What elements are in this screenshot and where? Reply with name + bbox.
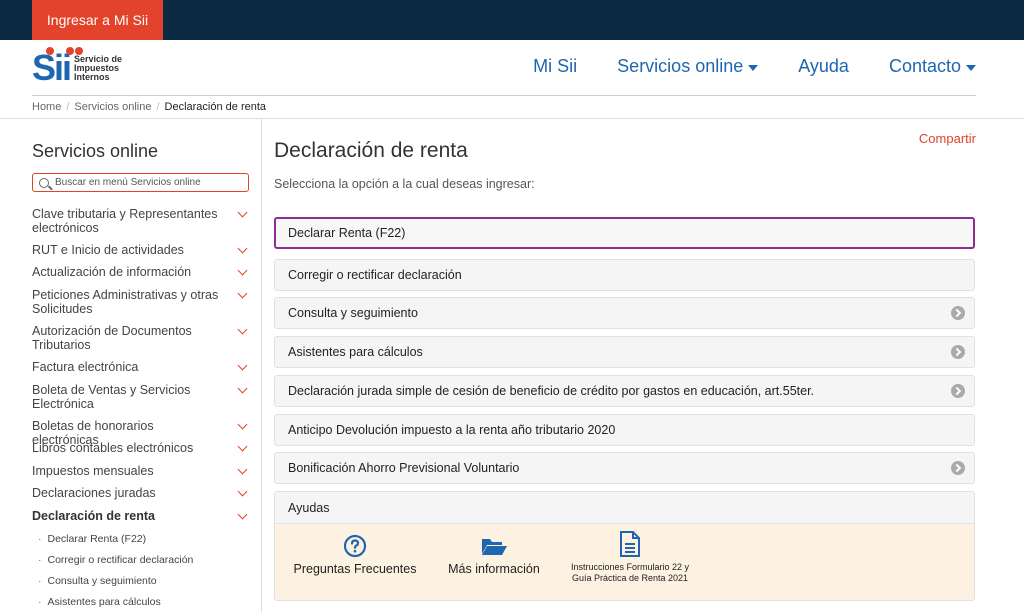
chevron-right-circle-icon [951,461,965,475]
share-link[interactable]: Compartir [919,131,976,146]
sidebar-item-autorizacion[interactable]: Autorización de Documentos Tributarios [32,324,252,352]
chevron-down-icon [237,419,248,430]
option-bonificacion[interactable]: Bonificación Ahorro Previsional Voluntar… [274,452,975,484]
option-asistentes[interactable]: Asistentes para cálculos [274,336,975,368]
instructions-link[interactable]: Instrucciones Formulario 22 y Guía Práct… [560,530,700,584]
nav-servicios-online[interactable]: Servicios online [617,56,759,77]
chevron-down-icon [237,441,248,452]
breadcrumb: Home / Servicios online / Declaración de ren… [32,101,266,113]
sidebar-item-rut[interactable]: RUT e Inicio de actividades [32,243,252,257]
chevron-right-circle-icon [951,306,965,320]
caret-down-icon [748,64,759,71]
option-declaracion-jurada[interactable]: Declaración jurada simple de cesión de b… [274,375,975,407]
logo-text: Servicio de Impuestos Internos [74,53,123,82]
breadcrumb-separator: / [156,101,160,113]
bullet-icon: · [38,554,42,566]
sidebar: Servicios online Buscar en menú Servicio… [32,119,262,612]
nav-mi-sii[interactable]: Mi Sii [533,56,577,77]
chevron-right-circle-icon [951,345,965,359]
sidebar-title: Servicios online [32,141,159,161]
sidebar-subitem-declarar-renta[interactable]: · Declarar Renta (F22) [38,533,146,545]
help-panel: Ayudas Preguntas Frecuentes Más informac… [274,491,975,601]
site-header: Sii Servicio de Impuestos Internos Mi Si… [32,40,976,96]
bullet-icon: · [38,533,42,545]
chevron-down-icon [237,360,248,371]
sidebar-item-libros[interactable]: Libros contables electrónicos [32,441,252,455]
option-anticipo[interactable]: Anticipo Devolución impuesto a la renta … [274,414,975,446]
chevron-down-icon [237,383,248,394]
chevron-down-icon [237,509,248,520]
logo-dot [66,47,74,55]
chevron-right-circle-icon [951,384,965,398]
chevron-down-icon [237,288,248,299]
sidebar-item-actualizacion[interactable]: Actualización de información [32,265,252,279]
sidebar-item-declaracion-renta[interactable]: Declaración de renta [32,509,252,523]
sidebar-item-declaraciones-juradas[interactable]: Declaraciones juradas [32,486,252,500]
chevron-down-icon [237,265,248,276]
sii-logo[interactable]: Sii Servicio de Impuestos Internos [32,47,123,87]
search-placeholder: Buscar en menú Servicios online [55,177,201,188]
search-icon [39,177,49,188]
sidebar-subitem-consulta[interactable]: · Consulta y seguimiento [38,575,157,587]
page-title: Declaración de renta [274,139,468,162]
option-declarar-renta[interactable]: Declarar Renta (F22) [274,217,975,249]
sidebar-item-clave-tributaria[interactable]: Clave tributaria y Representantes electr… [32,207,252,235]
sidebar-subitem-asistentes[interactable]: · Asistentes para cálculos [38,596,161,608]
sidebar-subitem-corregir[interactable]: · Corregir o rectificar declaración [38,554,193,566]
page-subtitle: Selecciona la opción a la cual deseas in… [274,177,535,191]
caret-down-icon [966,64,976,71]
logo-mark: Sii [32,47,83,87]
bullet-icon: · [38,575,42,587]
sidebar-item-peticiones[interactable]: Peticiones Administrativas y otras Solic… [32,288,252,316]
chevron-down-icon [237,207,248,218]
option-consulta[interactable]: Consulta y seguimiento [274,297,975,329]
nav-contacto[interactable]: Contacto [889,56,976,77]
option-corregir[interactable]: Corregir o rectificar declaración [274,259,975,291]
breadcrumb-separator: / [66,101,70,113]
folder-open-icon [482,539,507,555]
bullet-icon: · [38,596,42,608]
chevron-down-icon [237,243,248,254]
help-title: Ayudas [275,492,974,524]
chevron-down-icon [237,464,248,475]
breadcrumb-home[interactable]: Home [32,101,61,113]
help-body: Preguntas Frecuentes Más información Ins… [275,524,974,600]
sidebar-item-factura[interactable]: Factura electrónica [32,360,252,374]
main-nav: Mi Sii Servicios online Ayuda Contacto [493,56,976,77]
question-circle-icon [343,534,367,558]
sidebar-item-boleta-ventas[interactable]: Boleta de Ventas y Servicios Electrónica [32,383,252,411]
breadcrumb-servicios[interactable]: Servicios online [74,101,151,113]
login-mi-sii-button[interactable]: Ingresar a Mi Sii [32,0,163,40]
logo-dot [75,47,83,55]
chevron-down-icon [237,486,248,497]
sidebar-search-input[interactable]: Buscar en menú Servicios online [32,173,249,192]
breadcrumb-current: Declaración de renta [164,101,267,113]
nav-ayuda[interactable]: Ayuda [798,56,849,77]
document-icon [620,531,640,557]
logo-dot [46,47,54,55]
top-bar: Ingresar a Mi Sii [0,0,1024,40]
faq-link[interactable]: Preguntas Frecuentes [289,534,421,576]
more-info-link[interactable]: Más información [441,534,547,576]
sidebar-item-impuestos[interactable]: Impuestos mensuales [32,464,252,478]
chevron-down-icon [237,324,248,335]
